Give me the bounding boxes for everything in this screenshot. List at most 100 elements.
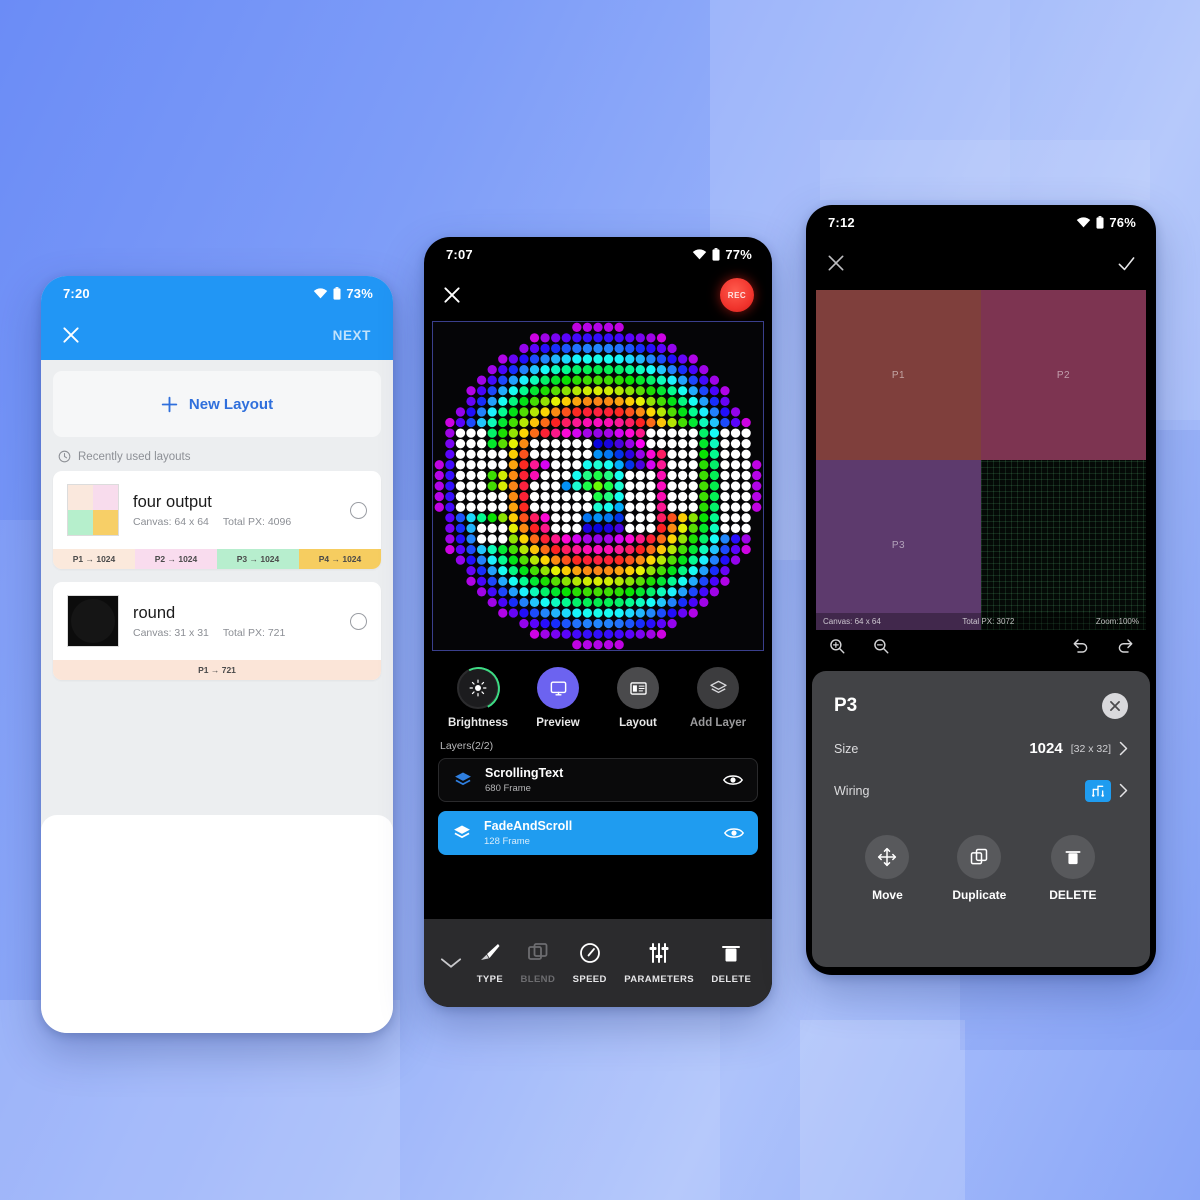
plus-icon <box>161 396 178 412</box>
layer-text: FadeAndScroll 128 Frame <box>484 819 712 846</box>
wiring-icon[interactable] <box>1085 779 1111 802</box>
layer-frames: 680 Frame <box>485 782 531 794</box>
region-label: P2 <box>1056 369 1071 381</box>
status-bar: 7:20 73% <box>41 276 393 310</box>
port-chip: P3 → 1024 <box>217 549 299 569</box>
next-button[interactable]: NEXT <box>333 328 371 343</box>
zoom-in-icon[interactable] <box>828 637 846 655</box>
history-controls <box>1072 637 1134 655</box>
record-button[interactable]: REC <box>720 278 754 312</box>
sheet-title: P3 <box>834 695 858 716</box>
action-label: Move <box>872 888 903 902</box>
bottom-action-blend[interactable]: BLEND <box>520 941 555 985</box>
recently-used-label: Recently used layouts <box>78 450 191 463</box>
layout-thumbnail <box>67 484 119 536</box>
canvas-zoom-label: Zoom:100% <box>1095 617 1139 626</box>
tool-preview[interactable]: Preview <box>523 667 593 729</box>
phone-layout-picker: 7:20 73% NEXT New Layout Recently used l… <box>41 276 393 1033</box>
wifi-icon <box>314 287 328 298</box>
layer-text: ScrollingText 680 Frame <box>485 766 711 793</box>
layout-meta: Canvas: 64 x 64 Total PX: 4096 <box>133 516 336 528</box>
status-indicators: 77% <box>692 247 752 262</box>
eye-icon[interactable] <box>723 773 743 787</box>
status-battery-percent: 77% <box>725 246 752 262</box>
canvas-total-px-label: Total PX: 3072 <box>962 617 1015 626</box>
layout-card-text: round Canvas: 31 x 31 Total PX: 721 <box>133 603 336 639</box>
mid-bottom-items: TYPE BLEND SPEED PARAMETERS DELETE <box>468 941 760 985</box>
region-canvas[interactable]: P1 P2 P3 Canvas: 64 x 64 Total PX: 3072 … <box>816 290 1146 630</box>
bottom-action-parameters[interactable]: PARAMETERS <box>624 941 694 985</box>
layer-row[interactable]: ScrollingText 680 Frame <box>438 758 758 802</box>
port-bar: P1 → 721 <box>53 660 381 680</box>
bottom-action-delete[interactable]: DELETE <box>711 941 751 985</box>
redo-icon[interactable] <box>1116 637 1134 655</box>
layout-title: round <box>133 604 176 623</box>
action-delete[interactable]: DELETE <box>1049 835 1097 902</box>
action-move[interactable]: Move <box>865 835 910 902</box>
new-layout-button[interactable]: New Layout <box>53 371 381 437</box>
sheet-row-key: Wiring <box>834 783 870 798</box>
left-appbar: NEXT <box>41 310 393 360</box>
layout-card[interactable]: round Canvas: 31 x 31 Total PX: 721 P1 →… <box>53 582 381 680</box>
close-circle-icon[interactable] <box>1102 693 1128 719</box>
background-band <box>820 140 1150 200</box>
bottom-action-speed[interactable]: SPEED <box>573 941 607 985</box>
sheet-action-row: Move Duplicate DELETE <box>834 803 1128 902</box>
layout-grid-icon <box>617 667 659 709</box>
tool-add-layer[interactable]: Add Layer <box>683 667 753 729</box>
sheet-row-value: 1024 [32 x 32] <box>1029 740 1128 757</box>
layout-title: four output <box>133 493 212 512</box>
trash-icon <box>1050 835 1095 879</box>
region-empty[interactable] <box>981 460 1146 630</box>
copy-layers-icon <box>527 943 548 960</box>
sheet-row-value <box>1085 779 1128 802</box>
duplicate-icon <box>957 835 1002 879</box>
phone-region-editor: 7:12 76% P1 P2 P3 Canvas: 64 x 64 Total … <box>806 205 1156 975</box>
region-p1[interactable]: P1 <box>816 290 981 460</box>
eye-icon[interactable] <box>724 826 744 840</box>
phone-preview-editor: 7:07 77% REC Brightness Preview Layout A… <box>424 237 772 1007</box>
layout-select-radio[interactable] <box>350 612 367 630</box>
brush-icon <box>480 944 500 960</box>
speedometer-icon <box>579 943 600 963</box>
bottom-action-label: DELETE <box>711 974 752 985</box>
sheet-header: P3 <box>834 693 1128 719</box>
region-detail-sheet: P3 Size 1024 [32 x 32] Wiring Move Dupli… <box>812 671 1150 967</box>
sheet-row-key: Size <box>834 741 859 756</box>
layout-card[interactable]: four output Canvas: 64 x 64 Total PX: 40… <box>53 471 381 569</box>
chevron-down-icon[interactable] <box>440 957 462 969</box>
region-grid: P1 P2 P3 <box>816 290 1146 630</box>
led-matrix-preview[interactable] <box>432 321 764 651</box>
canvas-tool-row <box>806 630 1156 655</box>
sheet-row-wiring[interactable]: Wiring <box>834 761 1128 803</box>
bottom-action-label: PARAMETERS <box>624 974 694 985</box>
layout-card-main: four output Canvas: 64 x 64 Total PX: 40… <box>53 471 381 549</box>
layout-card-text: four output Canvas: 64 x 64 Total PX: 40… <box>133 492 336 528</box>
bottom-action-label: SPEED <box>572 974 607 985</box>
wifi-icon <box>693 248 707 259</box>
close-icon[interactable] <box>826 253 846 273</box>
size-value: 1024 <box>1029 740 1063 757</box>
zoom-controls <box>828 637 890 655</box>
layout-card-main: round Canvas: 31 x 31 Total PX: 721 <box>53 582 381 660</box>
action-label: DELETE <box>1049 888 1097 902</box>
zoom-out-icon[interactable] <box>872 637 890 655</box>
status-indicators: 76% <box>1076 215 1136 230</box>
region-label: P1 <box>891 369 906 381</box>
bottom-action-type[interactable]: TYPE <box>477 941 503 985</box>
layout-meta: Canvas: 31 x 31 Total PX: 721 <box>133 627 336 639</box>
port-bar: P1 → 1024 P2 → 1024 P3 → 1024 P4 → 1024 <box>53 549 381 569</box>
layout-select-radio[interactable] <box>350 501 367 519</box>
region-p2[interactable]: P2 <box>981 290 1146 460</box>
close-icon[interactable] <box>61 325 81 345</box>
tool-brightness[interactable]: Brightness <box>443 667 513 729</box>
tool-layout[interactable]: Layout <box>603 667 673 729</box>
recently-used-header: Recently used layouts <box>53 437 381 471</box>
layer-row[interactable]: FadeAndScroll 128 Frame <box>438 811 758 855</box>
sheet-row-size[interactable]: Size 1024 [32 x 32] <box>834 719 1128 761</box>
action-duplicate[interactable]: Duplicate <box>952 835 1006 902</box>
check-icon[interactable] <box>1117 254 1136 273</box>
close-icon[interactable] <box>442 285 462 305</box>
region-p3[interactable]: P3 <box>816 460 981 630</box>
undo-icon[interactable] <box>1072 637 1090 655</box>
